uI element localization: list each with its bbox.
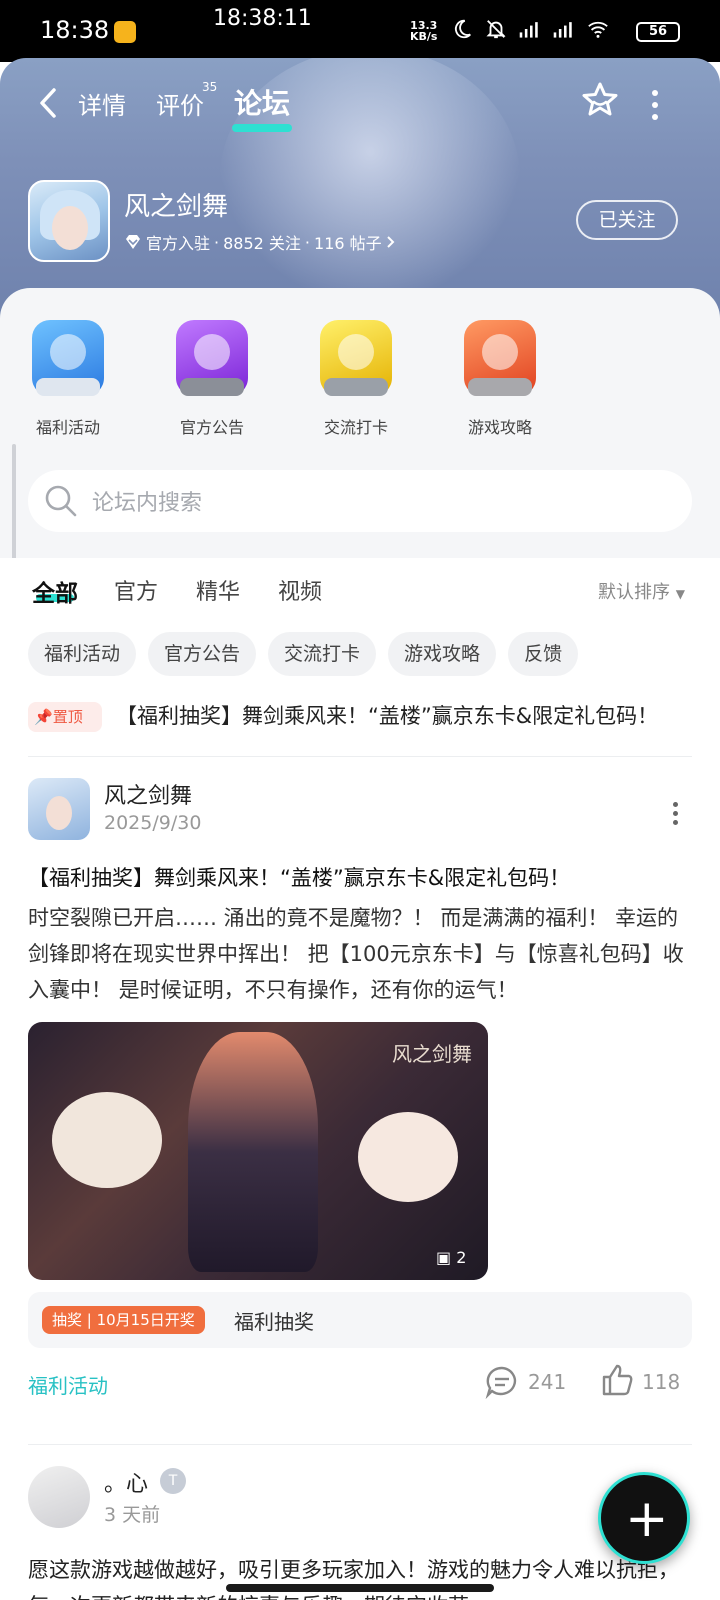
lottery-label: 福利抽奖 xyxy=(234,1310,314,1334)
filter-tabs: 全部 官方 精华 视频 默认排序 ▼ xyxy=(0,558,720,618)
caret-down-icon: ▼ xyxy=(675,587,685,601)
game-icon[interactable] xyxy=(28,180,110,262)
image-icon: ▣ xyxy=(436,1248,452,1267)
filter-official[interactable]: 官方 xyxy=(114,574,158,606)
more-options-icon[interactable] xyxy=(652,90,662,120)
blue-gem-icon xyxy=(32,320,104,396)
battery-indicator: 56 xyxy=(636,22,680,42)
category-announcements[interactable]: 官方公告 xyxy=(162,320,262,438)
network-speed: 13.3 KB/s xyxy=(410,19,438,43)
post-body: 愿这款游戏越做越好，吸引更多玩家加入！游戏的魅力令人难以抗拒，每一次更新都带来新… xyxy=(28,1558,679,1600)
status-bar: 18:38 18:38:11 13.3 KB/s 56 xyxy=(0,0,720,62)
official-label: 官方入驻 xyxy=(146,234,211,253)
divider xyxy=(28,1444,692,1445)
category-guides[interactable]: 游戏攻略 xyxy=(450,320,550,438)
notification-app-icon xyxy=(114,21,136,43)
forum-categories-panel: 福利活动 官方公告 交流打卡 游戏攻略 论坛内搜索 xyxy=(0,288,720,558)
moon-icon xyxy=(454,19,471,39)
chip-welfare[interactable]: 福利活动 xyxy=(28,632,137,676)
status-icons xyxy=(450,18,610,40)
forum-header: 详情 评价 35 论坛 风之剑舞 官方入驻 · 8852 关注 · 116 帖子 … xyxy=(0,58,720,318)
forum-search-input[interactable]: 论坛内搜索 xyxy=(28,470,692,532)
image-logo: 风之剑舞 xyxy=(392,1042,472,1066)
favorite-star-icon[interactable] xyxy=(580,80,620,120)
thumbs-up-icon xyxy=(602,1364,633,1396)
followed-button[interactable]: 已关注 xyxy=(576,200,678,240)
post-body: 时空裂隙已开启…… 涌出的竟不是魔物？！ 而是满满的福利！ 幸运的剑锋即将在现实… xyxy=(28,906,684,1002)
image-count: ▣ 2 xyxy=(436,1248,467,1267)
game-meta[interactable]: 官方入驻 · 8852 关注 · 116 帖子 xyxy=(124,230,396,254)
status-center-clock: 18:38:11 xyxy=(213,6,312,31)
top-nav: 详情 评价 35 论坛 xyxy=(0,78,720,132)
comment-button[interactable]: 241 xyxy=(484,1364,604,1400)
tab-details[interactable]: 详情 xyxy=(78,86,126,121)
search-placeholder: 论坛内搜索 xyxy=(92,491,203,516)
pinned-title: 【福利抽奖】舞剑乘风来！“盖楼”赢京东卡&限定礼包码！ xyxy=(116,704,659,728)
tag-chips: 福利活动 官方公告 交流打卡 游戏攻略 反馈 xyxy=(28,632,579,676)
plus-icon: + xyxy=(625,1489,669,1549)
signal-5g-icon xyxy=(519,22,538,38)
purple-gem-icon xyxy=(176,320,248,396)
divider xyxy=(28,756,692,757)
diamond-icon xyxy=(126,235,140,249)
comment-icon xyxy=(485,1366,517,1400)
chip-announcements[interactable]: 官方公告 xyxy=(148,632,257,676)
filter-video[interactable]: 视频 xyxy=(278,574,322,606)
comment-count: 241 xyxy=(528,1370,567,1394)
chip-checkin[interactable]: 交流打卡 xyxy=(268,632,377,676)
post-more-icon[interactable] xyxy=(673,802,679,826)
post-category-tag[interactable]: 福利活动 xyxy=(28,1370,108,1399)
chevron-right-icon xyxy=(386,236,395,248)
filter-all[interactable]: 全部 xyxy=(32,574,78,608)
like-count: 118 xyxy=(642,1370,681,1394)
like-button[interactable]: 118 xyxy=(600,1362,692,1398)
game-title: 风之剑舞 xyxy=(124,192,229,222)
sort-dropdown[interactable]: 默认排序 ▼ xyxy=(598,578,685,604)
status-time: 18:38 xyxy=(40,16,110,44)
mute-bell-icon xyxy=(486,20,506,39)
active-tab-underline xyxy=(232,124,292,132)
scrollbar[interactable] xyxy=(12,444,16,564)
category-checkin[interactable]: 交流打卡 xyxy=(306,320,406,438)
tab-forum[interactable]: 论坛 xyxy=(234,82,290,122)
signal-5g-icon-2 xyxy=(553,22,572,38)
yellow-gem-icon xyxy=(320,320,392,396)
post-author[interactable]: 。心 xyxy=(104,1466,148,1498)
tab-reviews[interactable]: 评价 35 xyxy=(156,80,217,121)
filter-featured[interactable]: 精华 xyxy=(196,574,240,606)
post-author[interactable]: 风之剑舞 xyxy=(104,778,192,810)
post-image[interactable]: 风之剑舞 ▣ 2 xyxy=(28,1022,488,1280)
pinned-badge: 📌置顶 xyxy=(28,702,102,732)
chip-guides[interactable]: 游戏攻略 xyxy=(388,632,497,676)
follow-count: 8852 关注 xyxy=(223,234,301,253)
pin-icon: 📌 xyxy=(34,708,53,726)
back-arrow-icon[interactable] xyxy=(36,86,60,120)
pinned-post[interactable]: 📌置顶 【福利抽奖】舞剑乘风来！“盖楼”赢京东卡&限定礼包码！ xyxy=(28,700,692,732)
orange-gem-icon xyxy=(464,320,536,396)
post-date: 2025/9/30 xyxy=(104,812,202,834)
post-count: 116 帖子 xyxy=(314,234,382,253)
post-date: 3 天前 xyxy=(104,1504,161,1526)
lottery-card[interactable]: 抽奖 | 10月15日开奖 福利抽奖 xyxy=(28,1292,692,1348)
post-title: 【福利抽奖】舞剑乘风来！“盖楼”赢京东卡&限定礼包码！ xyxy=(28,866,571,890)
review-count: 35 xyxy=(202,80,218,94)
gesture-home-bar[interactable] xyxy=(226,1584,494,1592)
game-info: 风之剑舞 官方入驻 · 8852 关注 · 116 帖子 已关注 xyxy=(28,180,692,264)
author-avatar[interactable] xyxy=(28,778,90,840)
author-avatar[interactable] xyxy=(28,1466,90,1528)
category-welfare[interactable]: 福利活动 xyxy=(18,320,118,438)
search-icon xyxy=(45,485,77,517)
lottery-badge: 抽奖 | 10月15日开奖 xyxy=(42,1306,205,1334)
chip-feedback[interactable]: 反馈 xyxy=(508,632,579,676)
user-level-badge: T xyxy=(160,1468,186,1494)
create-post-button[interactable]: + xyxy=(598,1472,690,1564)
wifi-icon xyxy=(588,21,608,38)
